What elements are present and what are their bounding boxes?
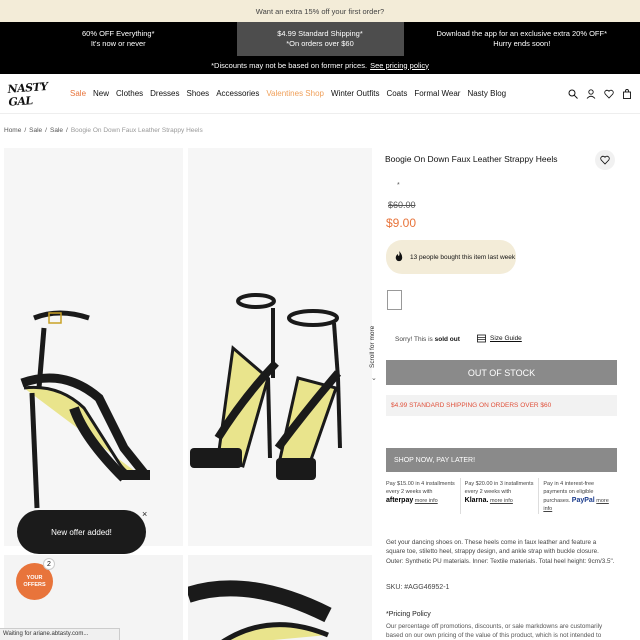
out-of-stock-button[interactable]: OUT OF STOCK [386, 360, 617, 385]
pay-later-banner: SHOP NOW, PAY LATER! [386, 448, 617, 472]
scroll-hint-text: Scroll for more [369, 325, 376, 368]
wishlist-icon[interactable] [604, 89, 614, 99]
sold-out-bold: sold out [434, 336, 460, 343]
product-title: Boogie On Down Faux Leather Strappy Heel… [385, 154, 558, 164]
materials-text: Outer: Synthetic PU materials. Inner: Te… [386, 557, 615, 565]
afterpay-logo: afterpay [386, 497, 414, 505]
size-guide-label: Size Guide [490, 335, 522, 342]
brand-logo[interactable]: NASTY GAL [7, 79, 61, 109]
ruler-icon [477, 334, 486, 343]
promo-discount[interactable]: 60% OFF Everything* It's now or never [0, 22, 237, 56]
chevron-down-icon: ⌄ [371, 375, 377, 382]
breadcrumb: Home / Sale / Sale / Boogie On Down Faux Le… [4, 127, 203, 134]
your-offers-label: YOUR OFFERS [23, 574, 46, 588]
nav-icons [568, 88, 632, 99]
pricing-policy-text: Our percentage off promotions, discounts… [386, 623, 603, 640]
nav-link-shoes[interactable]: Shoes [187, 89, 210, 98]
product-sku: SKU: #AGG46952-1 [386, 584, 450, 591]
promo-shipping-sub: *On orders over $60 [286, 39, 354, 48]
breadcrumb-current: Boogie On Down Faux Leather Strappy Heel… [70, 127, 203, 134]
klarna-more-info-link[interactable]: more info [490, 498, 513, 504]
promo-top-text: Want an extra 15% off your first order? [255, 6, 385, 16]
pricing-policy-link[interactable]: See pricing policy [370, 61, 429, 70]
browser-status-bar: Waiting for ariane.abtasty.com... [0, 628, 120, 640]
afterpay-more-info-link[interactable]: more info [415, 498, 438, 504]
product-gallery [4, 148, 380, 640]
color-swatch[interactable] [387, 290, 402, 310]
description-text: Get your dancing shoes on. These heels c… [386, 539, 599, 556]
installment-afterpay-text: Pay $15.00 in 4 installments every 2 wee… [386, 481, 455, 495]
shipping-note: $4.99 STANDARD SHIPPING ON ORDERS OVER $… [386, 395, 617, 416]
social-proof-text: 13 people bought this item last week [410, 253, 516, 261]
product-description: Get your dancing shoes on. These heels c… [386, 538, 617, 566]
sold-out-message: Sorry! This is sold out [395, 336, 460, 343]
nav-link-coats[interactable]: Coats [386, 89, 407, 98]
heart-icon [600, 155, 610, 165]
add-to-wishlist-button[interactable] [595, 150, 615, 170]
installment-afterpay: Pay $15.00 in 4 installments every 2 wee… [386, 478, 461, 514]
product-image-front[interactable] [188, 148, 372, 546]
promo-shipping[interactable]: $4.99 Standard Shipping* *On orders over… [236, 22, 404, 56]
product-image-detail[interactable] [188, 555, 372, 640]
nav-link-blog[interactable]: Nasty Blog [467, 89, 506, 98]
installment-klarna: Pay $20.00 in 3 installments every 2 wee… [461, 478, 540, 514]
search-icon[interactable] [568, 89, 578, 99]
nav-link-dresses[interactable]: Dresses [150, 89, 179, 98]
nav-link-new[interactable]: New [93, 89, 109, 98]
installment-klarna-text: Pay $20.00 in 3 installments every 2 wee… [464, 481, 534, 495]
disclaimer-text: *Discounts may not be based on former pr… [211, 60, 368, 70]
flame-icon [395, 251, 403, 262]
nav-link-formal-wear[interactable]: Formal Wear [414, 89, 460, 98]
nav-link-winter-outfits[interactable]: Winter Outfits [331, 89, 379, 98]
promo-strip: 60% OFF Everything* It's now or never $4… [0, 22, 640, 56]
offer-toast-text: New offer added! [51, 527, 112, 537]
promo-app-sub: Hurry ends soon! [493, 39, 551, 48]
promo-app-title: Download the app for an exclusive extra … [436, 28, 607, 38]
nav-link-sale[interactable]: Sale [70, 89, 86, 98]
close-icon[interactable]: × [142, 509, 147, 519]
promo-top-banner[interactable]: Want an extra 15% off your first order? [0, 0, 640, 22]
offer-toast: New offer added! [17, 510, 146, 554]
breadcrumb-sale[interactable]: Sale [29, 127, 42, 134]
promo-shipping-title: $4.99 Standard Shipping* [277, 28, 363, 38]
promo-discount-sub: It's now or never [90, 39, 146, 48]
price-original: $60.00 [388, 200, 416, 210]
size-guide-link[interactable]: Size Guide [477, 334, 522, 343]
promo-discount-title: 60% OFF Everything* [81, 28, 155, 38]
installment-paypal: Pay in 4 interest-free payments on eligi… [539, 478, 617, 514]
nav-link-accessories[interactable]: Accessories [216, 89, 259, 98]
promo-app[interactable]: Download the app for an exclusive extra … [404, 22, 640, 56]
price-sale: $9.00 [386, 216, 417, 230]
bag-icon[interactable] [622, 88, 632, 99]
social-proof-badge: 13 people bought this item last week [386, 240, 516, 274]
paypal-logo: PayPal [571, 497, 595, 505]
nav-link-clothes[interactable]: Clothes [116, 89, 143, 98]
pricing-disclaimer: *Discounts may not be based on former pr… [0, 56, 640, 74]
nav-links: Sale New Clothes Dresses Shoes Accessori… [70, 89, 568, 98]
main-nav: NASTY GAL Sale New Clothes Dresses Shoes… [0, 74, 640, 114]
product-image-side[interactable] [4, 148, 183, 546]
klarna-logo: Klarna. [464, 497, 489, 505]
breadcrumb-sale-2[interactable]: Sale [50, 127, 63, 134]
account-icon[interactable] [586, 88, 596, 99]
breadcrumb-home[interactable]: Home [4, 127, 21, 134]
pricing-policy-heading: *Pricing Policy [386, 611, 431, 618]
offers-count-badge: 2 [43, 558, 55, 570]
nav-link-valentines[interactable]: Valentines Shop [266, 89, 324, 98]
installment-options: Pay $15.00 in 4 installments every 2 wee… [386, 478, 617, 514]
rating-marker: * [397, 182, 400, 189]
scroll-hint: Scroll for more ⌄ [368, 300, 382, 382]
product-info: Boogie On Down Faux Leather Strappy Heel… [385, 148, 617, 639]
sold-out-prefix: Sorry! This is [395, 336, 433, 343]
